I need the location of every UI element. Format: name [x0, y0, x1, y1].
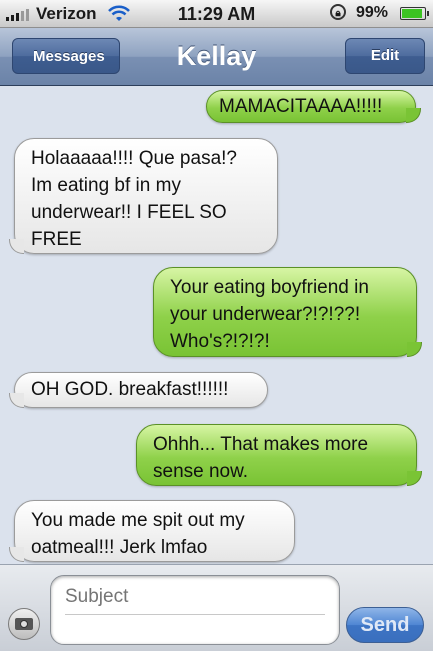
edit-button[interactable]: Edit — [345, 38, 425, 74]
subject-input[interactable] — [65, 580, 325, 615]
camera-icon[interactable] — [8, 608, 40, 640]
message-thread[interactable]: MAMACITAAAA!!!!! Holaaaaa!!!! Que pasa!?… — [0, 86, 433, 564]
battery-percent-value: 99 — [356, 4, 374, 21]
battery-icon — [400, 7, 429, 20]
message-text: Your eating boyfriend in your underwear?… — [170, 277, 369, 352]
message-bubble-incoming[interactable]: You made me spit out my oatmeal!!! Jerk … — [9, 500, 295, 562]
message-text: MAMACITAAAA!!!!! — [219, 96, 383, 117]
message-text: Holaaaaa!!!! Que pasa!? Im eating bf in … — [31, 148, 237, 250]
message-text: You made me spit out my oatmeal!!! Jerk … — [31, 510, 245, 558]
compose-bar: Send — [0, 564, 433, 651]
rotation-lock-icon: 🔒︎ — [330, 4, 346, 20]
message-bubble-outgoing[interactable]: MAMACITAAAA!!!!! — [206, 90, 421, 123]
battery-percent: 99% — [356, 4, 388, 22]
message-bubble-outgoing[interactable]: Your eating boyfriend in your underwear?… — [153, 267, 422, 357]
message-bubble-incoming[interactable]: OH GOD. breakfast!!!!!! — [9, 372, 268, 408]
message-text: OH GOD. breakfast!!!!!! — [31, 379, 229, 400]
message-bubble-incoming[interactable]: Holaaaaa!!!! Que pasa!? Im eating bf in … — [9, 138, 278, 254]
battery-percent-suffix: % — [373, 4, 389, 21]
status-bar: Verizon 11:29 AM 🔒︎ 99% — [0, 0, 433, 28]
message-bubble-outgoing[interactable]: Ohhh... That makes more sense now. — [136, 424, 422, 486]
message-input[interactable] — [65, 616, 329, 644]
message-text: Ohhh... That makes more sense now. — [153, 434, 369, 482]
navigation-bar: Messages Kellay Edit — [0, 28, 433, 86]
battery-fill — [402, 9, 422, 18]
send-button[interactable]: Send — [346, 607, 424, 643]
compose-field[interactable] — [50, 575, 340, 645]
